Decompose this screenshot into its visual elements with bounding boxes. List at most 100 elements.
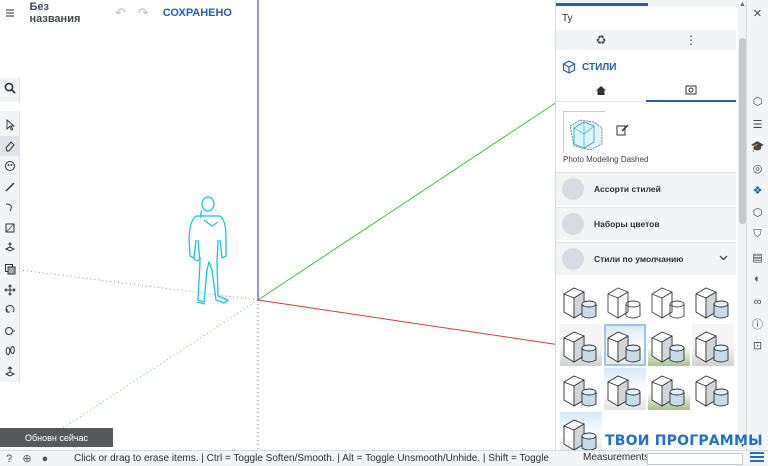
shadows-icon[interactable]: ◐ bbox=[747, 268, 768, 290]
measurements-input[interactable] bbox=[647, 453, 743, 465]
user-icon[interactable]: ● bbox=[36, 451, 54, 466]
style-thumbnail[interactable] bbox=[692, 368, 734, 410]
style-thumbnail[interactable] bbox=[692, 280, 734, 322]
entity-info-icon[interactable]: ⬡ bbox=[747, 91, 768, 113]
menu-icon[interactable] bbox=[0, 0, 19, 26]
instructor-icon[interactable]: 🎓 bbox=[747, 135, 768, 157]
styles-header: СТИЛИ bbox=[556, 56, 736, 78]
edit-style-icon[interactable] bbox=[616, 123, 629, 139]
chevron-down-icon[interactable] bbox=[719, 253, 728, 264]
style-thumbnail[interactable] bbox=[560, 412, 602, 450]
current-style: Photo Modeling Dashed bbox=[556, 106, 736, 170]
cube-cylinder-glyph bbox=[695, 287, 729, 319]
cube-cylinder-glyph bbox=[695, 375, 729, 407]
offset-tool-icon[interactable] bbox=[0, 259, 20, 280]
cube-cylinder-glyph bbox=[651, 375, 685, 407]
redo-icon[interactable]: ↷ bbox=[138, 5, 149, 21]
style-folder-icon bbox=[562, 248, 584, 270]
style-thumbnail[interactable] bbox=[648, 324, 690, 366]
measurements-label: Measurements bbox=[583, 452, 650, 463]
materials-icon[interactable]: ◎ bbox=[747, 157, 768, 179]
title-bar: Без названия ↶ ↷ СОХРАНЕНО bbox=[0, 0, 232, 26]
outliner-icon[interactable]: ☰ bbox=[747, 113, 768, 135]
style-collection-color-sets[interactable]: Наборы цветов bbox=[556, 207, 736, 240]
styles-tabs bbox=[556, 80, 736, 102]
search-toolbar bbox=[0, 78, 20, 102]
style-thumbnail[interactable] bbox=[560, 324, 602, 366]
section-plane-icon[interactable] bbox=[0, 361, 20, 382]
tape-measure-icon[interactable] bbox=[0, 320, 20, 341]
push-pull-icon[interactable] bbox=[0, 238, 20, 259]
cube-cylinder-glyph bbox=[607, 287, 641, 319]
home-tab-icon[interactable] bbox=[556, 80, 646, 102]
tools-toolbar bbox=[0, 111, 20, 382]
globe-icon[interactable]: ⊕ bbox=[18, 451, 36, 466]
tags-icon[interactable]: ⛉ bbox=[747, 224, 768, 246]
pencil-line-icon[interactable] bbox=[0, 177, 20, 198]
info-icon[interactable]: ⓘ bbox=[747, 313, 768, 335]
cube-cylinder-glyph bbox=[563, 419, 597, 450]
style-thumbnail[interactable] bbox=[560, 280, 602, 322]
panel-scrollbar[interactable]: ▲ ▼ bbox=[738, 0, 746, 450]
select-style-tab-icon[interactable] bbox=[646, 80, 736, 102]
undo-icon[interactable]: ↶ bbox=[115, 5, 126, 21]
updated-badge: Обновн сейчас bbox=[0, 428, 113, 447]
styles-icon[interactable]: ⬡ bbox=[747, 202, 768, 224]
style-thumbnail[interactable] bbox=[604, 368, 646, 410]
search-icon[interactable] bbox=[4, 81, 16, 99]
previous-section-label: Ту bbox=[562, 13, 573, 24]
green-axis bbox=[257, 99, 561, 301]
cube-cylinder-glyph bbox=[607, 331, 641, 363]
red-axis bbox=[257, 299, 561, 346]
styles-panel: Ту ♻ ⋮ СТИЛИ Photo Modeling Dashed Ассор… bbox=[555, 0, 746, 450]
move-tool-icon[interactable] bbox=[0, 279, 20, 300]
scenes-icon[interactable]: ▤ bbox=[747, 246, 768, 268]
scroll-up-icon[interactable]: ▲ bbox=[738, 0, 746, 9]
styles-cube-icon bbox=[562, 60, 576, 74]
recycle-icon[interactable]: ♻ bbox=[556, 30, 646, 50]
style-collection-mixed[interactable]: Ассорти стилей bbox=[556, 172, 736, 205]
status-bar: ? ⊕ ● Click or drag to erase items. | Ct… bbox=[0, 450, 768, 466]
style-thumbnail[interactable] bbox=[648, 280, 690, 322]
sketchup-window: Без названия ↶ ↷ СОХРАНЕНО Обновн сейчас… bbox=[0, 0, 768, 466]
status-hint: Click or drag to erase items. | Ctrl = T… bbox=[74, 453, 549, 464]
display-icon[interactable]: ∞ bbox=[747, 290, 768, 312]
style-thumbnail[interactable] bbox=[692, 324, 734, 366]
select-tool-icon[interactable] bbox=[0, 115, 20, 136]
document-title[interactable]: Без названия bbox=[29, 1, 100, 25]
style-thumbnail[interactable] bbox=[560, 368, 602, 410]
panel-top-bar bbox=[556, 0, 746, 7]
cube-cylinder-glyph bbox=[563, 287, 597, 319]
style-thumbnail[interactable] bbox=[604, 280, 646, 322]
components-icon[interactable]: ❖ bbox=[747, 180, 768, 202]
scrollbar-thumb[interactable] bbox=[739, 38, 746, 224]
current-style-name: Photo Modeling Dashed bbox=[563, 155, 649, 164]
help-icon[interactable]: ? bbox=[0, 451, 18, 466]
close-icon[interactable]: ✕ bbox=[747, 2, 768, 24]
scale-figure[interactable] bbox=[188, 196, 229, 305]
row-label: Ассорти стилей bbox=[594, 184, 661, 194]
cube-cylinder-glyph bbox=[563, 375, 597, 407]
watermark-logo-icon bbox=[750, 452, 764, 462]
current-style-thumbnail[interactable] bbox=[563, 111, 606, 154]
style-thumbnail[interactable] bbox=[648, 368, 690, 410]
paint-bucket-icon[interactable] bbox=[0, 156, 20, 177]
green-axis-negative bbox=[59, 299, 259, 431]
eraser-tool-icon[interactable] bbox=[0, 135, 20, 157]
row-label: Стили по умолчанию bbox=[594, 254, 684, 264]
more-options-icon[interactable]: ⋮ bbox=[646, 30, 736, 50]
style-thumbnail[interactable] bbox=[604, 324, 646, 366]
red-axis-negative bbox=[19, 269, 259, 301]
rectangle-tool-icon[interactable] bbox=[0, 218, 20, 239]
rotate-tool-icon[interactable] bbox=[0, 300, 20, 321]
model-info-icon[interactable]: ⊡ bbox=[747, 335, 768, 357]
cube-cylinder-glyph bbox=[695, 331, 729, 363]
walk-footprints-icon[interactable] bbox=[0, 341, 20, 362]
arc-tool-icon[interactable] bbox=[0, 197, 20, 218]
row-label: Наборы цветов bbox=[594, 219, 660, 229]
style-folder-icon bbox=[562, 213, 584, 235]
cube-cylinder-glyph bbox=[563, 331, 597, 363]
style-collection-default[interactable]: Стили по умолчанию bbox=[556, 242, 736, 275]
